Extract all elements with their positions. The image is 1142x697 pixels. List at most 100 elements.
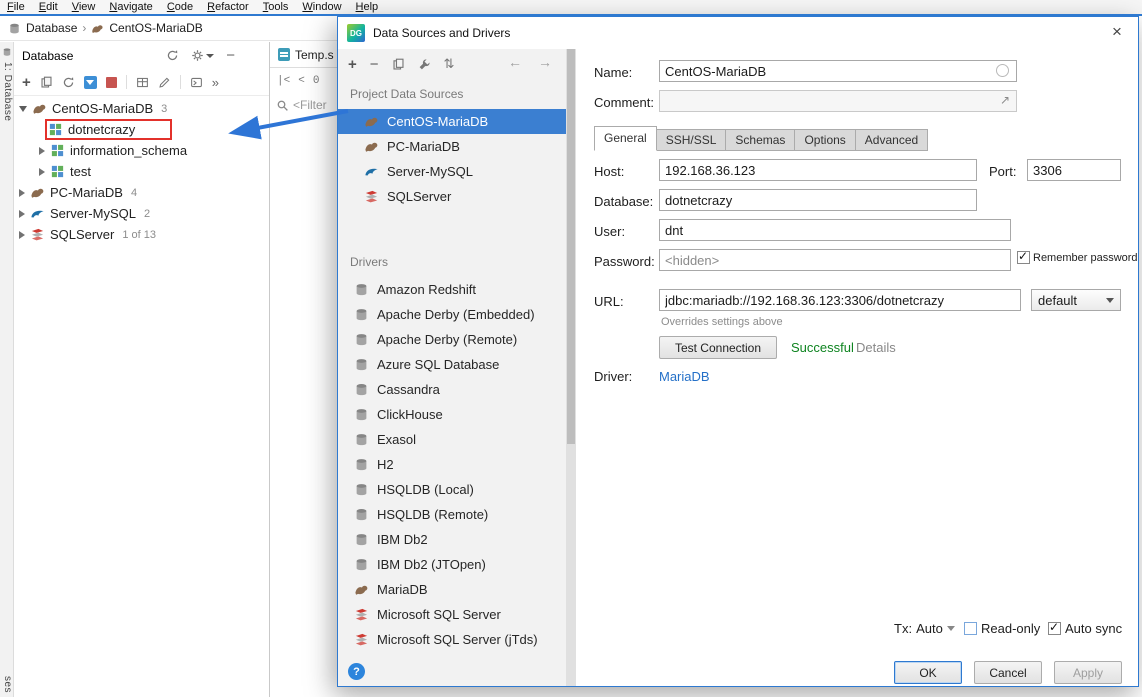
driver-item[interactable]: Amazon Redshift xyxy=(338,277,566,302)
menu-navigate[interactable]: Navigate xyxy=(102,0,159,14)
wrench-icon[interactable] xyxy=(418,58,431,71)
tree-row-test[interactable]: test xyxy=(14,161,269,182)
driver-item[interactable]: Azure SQL Database xyxy=(338,352,566,377)
more-icon[interactable]: » xyxy=(212,76,219,89)
url-preset-dropdown[interactable]: default xyxy=(1031,289,1121,311)
add-icon[interactable]: + xyxy=(22,75,31,90)
driver-item[interactable]: Apache Derby (Remote) xyxy=(338,327,566,352)
table-icon[interactable] xyxy=(136,76,149,89)
scroll-first-icon[interactable]: |< xyxy=(277,75,290,87)
comment-input[interactable] xyxy=(659,90,1017,112)
driver-item[interactable]: Cassandra xyxy=(338,377,566,402)
back-icon[interactable]: ← xyxy=(508,54,522,70)
remove-datasource-icon[interactable]: − xyxy=(370,56,379,73)
remember-password-checkbox[interactable]: Remember password xyxy=(1017,249,1138,264)
toolbar-separator xyxy=(125,75,127,89)
read-only-checkbox[interactable]: Read-only xyxy=(964,621,1040,636)
driver-item[interactable]: Exasol xyxy=(338,427,566,452)
menu-code[interactable]: Code xyxy=(160,0,200,14)
tx-dropdown[interactable]: Tx: Auto xyxy=(894,621,955,636)
driver-item[interactable]: ClickHouse xyxy=(338,402,566,427)
menu-view[interactable]: View xyxy=(65,0,103,14)
driver-item[interactable]: Microsoft SQL Server xyxy=(338,602,566,627)
menu-window[interactable]: Window xyxy=(295,0,348,14)
source-item-server-mysql[interactable]: Server-MySQL xyxy=(338,159,566,184)
console-icon[interactable] xyxy=(190,76,203,89)
user-input[interactable] xyxy=(659,219,1011,241)
forward-icon[interactable]: → xyxy=(538,54,552,70)
tab-schemas[interactable]: Schemas xyxy=(725,129,796,151)
gear-menu-button[interactable] xyxy=(191,49,215,62)
cancel-button[interactable]: Cancel xyxy=(974,661,1042,684)
tree-badge: 2 xyxy=(143,207,151,220)
driver-item[interactable]: HSQLDB (Remote) xyxy=(338,502,566,527)
tab-advanced[interactable]: Advanced xyxy=(854,129,929,151)
driver-item[interactable]: IBM Db2 (JTOpen) xyxy=(338,552,566,577)
menu-tools[interactable]: Tools xyxy=(256,0,296,14)
url-input[interactable] xyxy=(659,289,1021,311)
chevron-right-icon[interactable] xyxy=(39,146,45,155)
chevron-right-icon[interactable] xyxy=(39,167,45,176)
driver-item[interactable]: IBM Db2 xyxy=(338,527,566,552)
sort-icon[interactable]: ⇅ xyxy=(444,56,455,72)
dialog-title-bar[interactable]: DG Data Sources and Drivers xyxy=(338,17,1138,49)
database-input[interactable] xyxy=(659,189,977,211)
menu-edit[interactable]: Edit xyxy=(32,0,65,14)
driver-link[interactable]: MariaDB xyxy=(659,369,710,384)
chevron-right-icon[interactable] xyxy=(19,230,25,239)
tab-ssh-ssl[interactable]: SSH/SSL xyxy=(655,129,727,151)
close-icon[interactable]: × xyxy=(1096,17,1138,47)
stop-icon[interactable] xyxy=(105,76,117,88)
sync-icon[interactable] xyxy=(166,49,179,62)
driver-item[interactable]: Microsoft SQL Server (jTds) xyxy=(338,627,566,652)
scrollbar-track[interactable] xyxy=(566,49,576,686)
menu-file[interactable]: File xyxy=(0,0,32,14)
help-icon[interactable]: ? xyxy=(348,663,365,680)
auto-sync-checkbox[interactable]: Auto sync xyxy=(1048,620,1122,636)
breadcrumb-datasource[interactable]: CentOS-MariaDB xyxy=(109,21,202,35)
driver-item[interactable]: H2 xyxy=(338,452,566,477)
chevron-down-icon xyxy=(206,53,215,58)
console-toolbar: |< < 0 xyxy=(270,68,337,93)
menu-refactor[interactable]: Refactor xyxy=(200,0,256,14)
bottom-tool-button[interactable]: ses xyxy=(0,676,13,693)
scrollbar-thumb[interactable] xyxy=(567,49,575,444)
driver-item[interactable]: MariaDB xyxy=(338,577,566,602)
ok-button[interactable]: OK xyxy=(894,661,962,684)
hide-panel-button[interactable]: − xyxy=(226,48,235,63)
driver-item[interactable]: Apache Derby (Embedded) xyxy=(338,302,566,327)
tree-label: CentOS-MariaDB xyxy=(52,101,154,116)
database-tool-button[interactable]: 1: Database xyxy=(0,62,13,121)
apply-button[interactable]: Apply xyxy=(1054,661,1122,684)
tree-row-server-mysql[interactable]: Server-MySQL 2 xyxy=(14,203,269,224)
chevron-right-icon[interactable] xyxy=(19,209,25,218)
source-item-sqlserver[interactable]: SQLServer xyxy=(338,184,566,209)
port-input[interactable] xyxy=(1027,159,1121,181)
expand-icon[interactable]: ↗ xyxy=(1000,93,1010,107)
chevron-right-icon[interactable] xyxy=(19,188,25,197)
edit-icon[interactable] xyxy=(158,76,171,89)
test-connection-button[interactable]: Test Connection xyxy=(659,336,777,359)
duplicate-icon[interactable] xyxy=(40,76,53,89)
add-datasource-icon[interactable]: + xyxy=(348,56,357,73)
refresh-icon[interactable] xyxy=(62,76,75,89)
tree-row-sqlserver[interactable]: SQLServer 1 of 13 xyxy=(14,224,269,245)
scroll-prev-icon[interactable]: < xyxy=(298,75,305,87)
tab-options[interactable]: Options xyxy=(794,129,856,151)
name-input[interactable] xyxy=(659,60,1017,82)
password-input[interactable] xyxy=(659,249,1011,271)
host-input[interactable] xyxy=(659,159,977,181)
breadcrumb-database[interactable]: Database xyxy=(26,21,77,35)
tab-general[interactable]: General xyxy=(594,126,657,151)
menu-help[interactable]: Help xyxy=(349,0,386,14)
driver-item[interactable]: HSQLDB (Local) xyxy=(338,477,566,502)
source-item-centos-mariadb[interactable]: CentOS-MariaDB xyxy=(338,109,566,134)
duplicate-icon[interactable] xyxy=(392,58,405,71)
editor-tab[interactable]: Temp.s xyxy=(270,42,337,68)
tree-row-pc-mariadb[interactable]: PC-MariaDB 4 xyxy=(14,182,269,203)
details-link[interactable]: Details xyxy=(856,340,896,355)
source-item-pc-mariadb[interactable]: PC-MariaDB xyxy=(338,134,566,159)
chevron-down-icon[interactable] xyxy=(19,105,27,112)
driver-label: H2 xyxy=(377,457,394,472)
submit-icon[interactable] xyxy=(83,75,97,89)
